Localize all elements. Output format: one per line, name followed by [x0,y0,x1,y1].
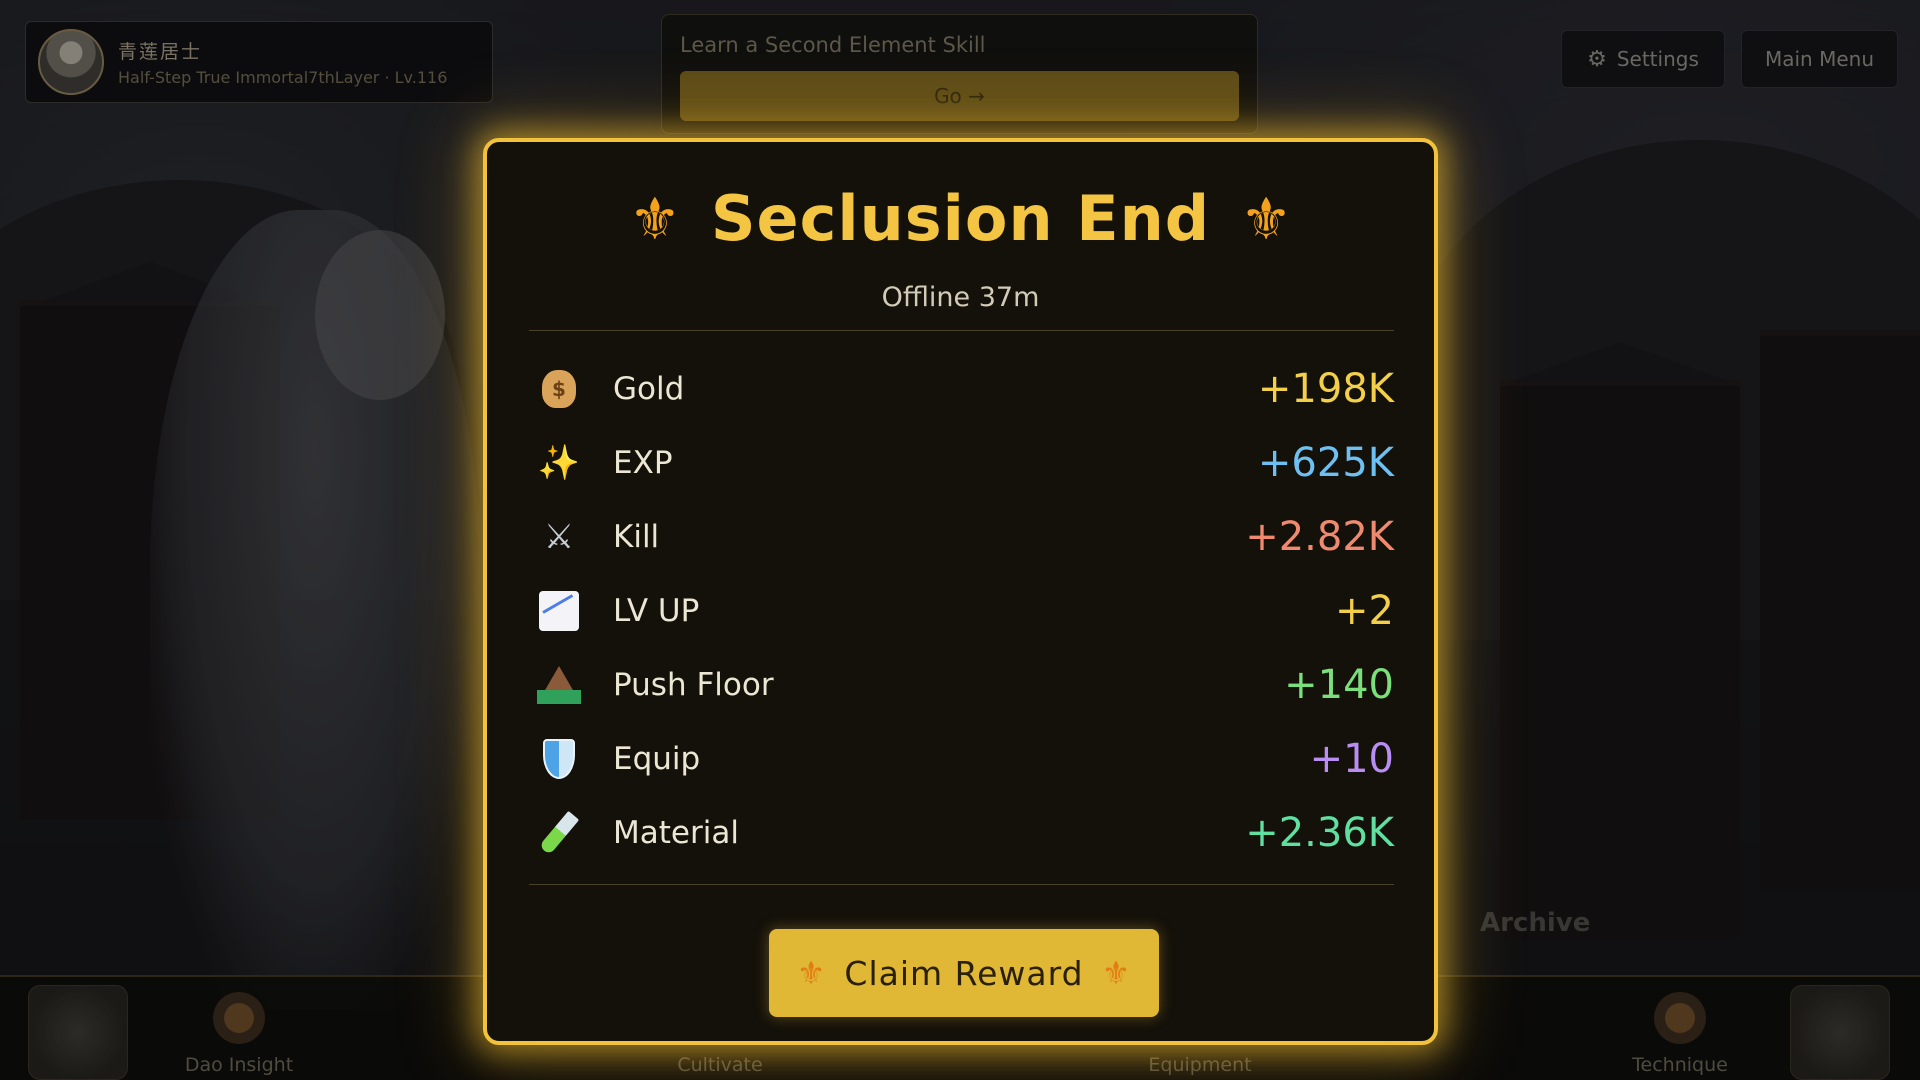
reward-label: Material [613,815,739,851]
reward-value: +625K [1257,440,1394,486]
fleur-de-lis-icon: ⚜ [796,954,827,992]
modal-title: Seclusion End [710,182,1211,255]
reward-label: Gold [613,371,685,407]
reward-value: +198K [1257,366,1394,412]
reward-row-lv-up: LV UP +2 [529,574,1394,648]
reward-row-push-floor: Push Floor +140 [529,648,1394,722]
reward-label: Equip [613,741,701,777]
reward-value: +10 [1309,736,1394,782]
offline-duration: Offline 37m [881,282,1040,313]
money-bag-icon [537,367,581,411]
mountain-icon [537,663,581,707]
crossed-swords-icon: ⚔ [543,517,575,557]
reward-list: Gold +198K ✨ EXP +625K ⚔ Kill +2.82K LV … [529,352,1394,870]
divider [529,884,1394,885]
test-tube-icon [537,810,581,856]
fleur-de-lis-icon: ⚜ [1240,184,1293,253]
reward-row-exp: ✨ EXP +625K [529,426,1394,500]
reward-row-gold: Gold +198K [529,352,1394,426]
chart-up-icon [537,589,581,633]
reward-label: EXP [613,445,673,481]
fleur-de-lis-icon: ⚜ [628,184,681,253]
fleur-de-lis-icon: ⚜ [1101,954,1132,992]
sparkles-icon: ✨ [537,443,581,483]
claim-reward-button[interactable]: ⚜ Claim Reward ⚜ [769,929,1159,1017]
reward-label: Push Floor [613,667,774,703]
reward-row-equip: Equip +10 [529,722,1394,796]
shield-icon [537,737,581,781]
reward-row-kill: ⚔ Kill +2.82K [529,500,1394,574]
claim-reward-label: Claim Reward [844,953,1084,993]
reward-row-material: Material +2.36K [529,796,1394,870]
reward-value: +2.82K [1245,514,1394,560]
modal-title-row: ⚜ Seclusion End ⚜ [487,182,1434,255]
reward-value: +2 [1335,588,1394,634]
reward-value: +2.36K [1245,810,1394,856]
reward-value: +140 [1284,662,1394,708]
divider [529,330,1394,331]
reward-label: Kill [613,519,660,555]
seclusion-end-modal: ⚜ Seclusion End ⚜ Offline 37m Gold +198K… [483,138,1438,1045]
reward-label: LV UP [613,593,700,629]
